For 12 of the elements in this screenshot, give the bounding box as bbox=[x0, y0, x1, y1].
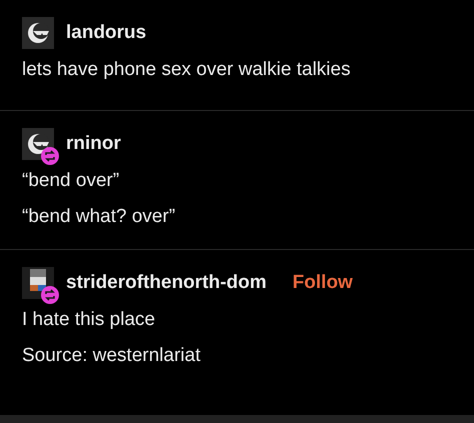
reblog-icon bbox=[41, 147, 59, 165]
username[interactable]: rninor bbox=[66, 133, 121, 155]
username[interactable]: striderofthenorth-dom bbox=[66, 272, 267, 294]
username[interactable]: landorus bbox=[66, 22, 146, 44]
post-text: lets have phone sex over walkie talkies bbox=[22, 58, 352, 82]
reblog-icon bbox=[41, 286, 59, 304]
avatar-icon[interactable] bbox=[22, 17, 54, 49]
post-text: “bend over” bbox=[22, 169, 120, 193]
post-text: “bend what? over” bbox=[22, 205, 176, 229]
post-text: I hate this place bbox=[22, 308, 156, 332]
follow-button[interactable]: Follow bbox=[278, 272, 353, 294]
post-text: Source: westernlariat bbox=[22, 344, 202, 368]
